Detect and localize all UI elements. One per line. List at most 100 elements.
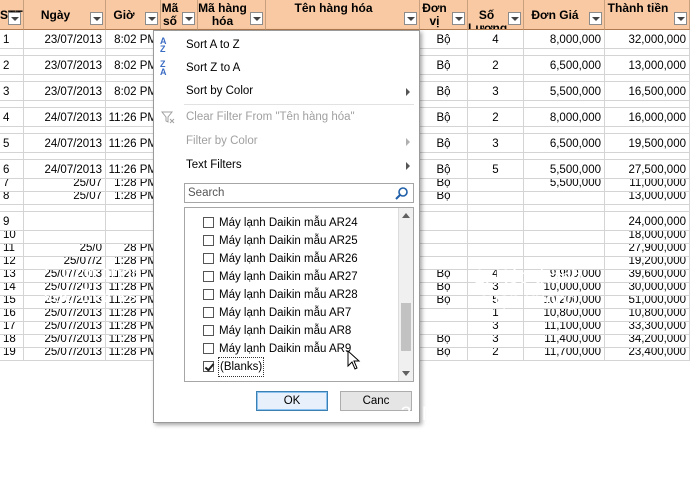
column-header[interactable]: Số Lượng <box>468 0 524 30</box>
table-cell-ngay[interactable]: 24/07/2013 <box>24 108 106 126</box>
checkbox[interactable] <box>203 325 214 336</box>
table-cell-tt[interactable] <box>605 127 690 133</box>
column-header[interactable]: Đơn Giá <box>524 0 605 30</box>
table-cell-tt[interactable]: 13,000,000 <box>605 192 690 204</box>
table-cell-dg[interactable]: 8,000,000 <box>524 108 605 126</box>
table-cell-tt[interactable] <box>605 205 690 211</box>
table-cell-sl[interactable] <box>468 192 524 204</box>
table-cell-sl[interactable] <box>468 231 524 243</box>
column-header[interactable]: Thành tiền <box>605 0 690 30</box>
filter-dropdown-button[interactable] <box>674 12 687 25</box>
filter-dropdown-button[interactable] <box>508 12 521 25</box>
scroll-up-icon[interactable] <box>402 213 410 218</box>
ok-button[interactable]: OK <box>256 391 328 411</box>
table-cell-ngay[interactable]: 25/07 <box>24 192 106 204</box>
table-cell-stt[interactable] <box>0 205 24 211</box>
table-cell-tt[interactable]: 27,500,000 <box>605 160 690 178</box>
table-cell-dg[interactable]: 5,500,000 <box>524 179 605 191</box>
table-cell-tt[interactable]: 24,000,000 <box>605 212 690 230</box>
table-cell-dvt[interactable] <box>420 231 468 243</box>
table-cell-sl[interactable]: 3 <box>468 82 524 100</box>
column-header[interactable]: Đơn vị tính <box>420 0 468 30</box>
table-cell-sl[interactable] <box>468 49 524 55</box>
table-cell-sl[interactable] <box>468 101 524 107</box>
table-cell-dvt[interactable] <box>420 212 468 230</box>
table-cell-stt[interactable] <box>0 153 24 159</box>
table-cell-stt[interactable]: 14 <box>0 283 24 295</box>
table-cell-tt[interactable]: 32,000,000 <box>605 30 690 48</box>
filter-dropdown-button[interactable] <box>182 12 195 25</box>
column-header[interactable]: Mã hàng hóa <box>198 0 266 30</box>
table-cell-dg[interactable]: 5,500,000 <box>524 82 605 100</box>
column-header[interactable]: Giờ <box>106 0 161 30</box>
table-cell-stt[interactable]: 3 <box>0 82 24 100</box>
text-filters-item[interactable]: Text Filters <box>154 154 419 176</box>
filter-dropdown-button[interactable] <box>250 12 263 25</box>
table-cell-stt[interactable]: 15 <box>0 296 24 308</box>
table-cell-stt[interactable]: 19 <box>0 348 24 360</box>
table-cell-stt[interactable]: 1 <box>0 30 24 48</box>
list-scrollbar[interactable] <box>398 208 413 381</box>
table-cell-sl[interactable] <box>468 153 524 159</box>
table-cell-ngay[interactable]: 25/07 <box>24 179 106 191</box>
table-cell-dvt[interactable] <box>420 205 468 211</box>
table-cell-ngay[interactable]: 23/07/2013 <box>24 56 106 74</box>
table-cell-stt[interactable] <box>0 101 24 107</box>
checkbox[interactable] <box>203 361 214 372</box>
table-cell-dg[interactable] <box>524 205 605 211</box>
table-cell-tt[interactable]: 19,500,000 <box>605 134 690 152</box>
table-cell-sl[interactable] <box>468 75 524 81</box>
scrollbar-thumb[interactable] <box>401 303 411 351</box>
filter-search-box[interactable] <box>184 183 414 203</box>
table-cell-ngay[interactable] <box>24 75 106 81</box>
filter-search-input[interactable] <box>185 184 396 202</box>
table-cell-ngay[interactable] <box>24 212 106 230</box>
table-cell-stt[interactable] <box>0 75 24 81</box>
table-cell-stt[interactable]: 13 <box>0 270 24 282</box>
table-cell-stt[interactable] <box>0 127 24 133</box>
table-cell-sl[interactable] <box>468 205 524 211</box>
table-cell-ngay[interactable]: 23/07/2013 <box>24 30 106 48</box>
table-cell-tt[interactable]: 16,500,000 <box>605 82 690 100</box>
column-header[interactable]: Mã số phi <box>161 0 198 30</box>
table-cell-dvt[interactable] <box>420 75 468 81</box>
checkbox[interactable] <box>203 271 214 282</box>
table-cell-tt[interactable]: 10,800,000 <box>605 309 690 321</box>
table-cell-tt[interactable] <box>605 101 690 107</box>
table-cell-stt[interactable]: 2 <box>0 56 24 74</box>
table-cell-tt[interactable]: 19,200,000 <box>605 257 690 269</box>
table-cell-stt[interactable]: 8 <box>0 192 24 204</box>
table-cell-dvt[interactable] <box>420 244 468 256</box>
table-cell-dg[interactable]: 6,500,000 <box>524 134 605 152</box>
table-cell-ngay[interactable] <box>24 49 106 55</box>
table-cell-tt[interactable]: 30,000,000 <box>605 283 690 295</box>
table-cell-stt[interactable]: 11 <box>0 244 24 256</box>
filter-dropdown-button[interactable] <box>452 12 465 25</box>
table-cell-sl[interactable]: 2 <box>468 108 524 126</box>
sort-z-to-a-item[interactable]: ZA Sort Z to A <box>154 57 419 79</box>
table-cell-sl[interactable]: 4 <box>468 30 524 48</box>
table-cell-dvt[interactable]: Bộ <box>420 30 468 48</box>
table-cell-dvt[interactable]: Bộ <box>420 56 468 74</box>
table-cell-dvt[interactable] <box>420 127 468 133</box>
filter-dropdown-button[interactable] <box>8 12 21 25</box>
table-cell-dvt[interactable]: Bộ <box>420 82 468 100</box>
table-cell-dvt[interactable] <box>420 49 468 55</box>
table-cell-dg[interactable] <box>524 212 605 230</box>
column-header[interactable]: Tên hàng hóa <box>266 0 420 30</box>
sort-by-color-item[interactable]: Sort by Color <box>154 80 419 102</box>
table-cell-ngay[interactable]: 24/07/2013 <box>24 160 106 178</box>
table-cell-stt[interactable]: 10 <box>0 231 24 243</box>
table-cell-dg[interactable] <box>524 127 605 133</box>
table-cell-ngay[interactable]: 23/07/2013 <box>24 82 106 100</box>
table-cell-stt[interactable]: 18 <box>0 335 24 347</box>
table-cell-stt[interactable]: 16 <box>0 309 24 321</box>
table-cell-dvt[interactable]: Bộ <box>420 348 468 360</box>
table-cell-ngay[interactable] <box>24 205 106 211</box>
table-cell-tt[interactable]: 13,000,000 <box>605 56 690 74</box>
checkbox[interactable] <box>203 235 214 246</box>
filter-value-list[interactable]: Máy lạnh Daikin mẫu AR24 Máy lạnh Daikin … <box>184 207 414 382</box>
table-cell-stt[interactable]: 5 <box>0 134 24 152</box>
checkbox[interactable] <box>203 289 214 300</box>
table-cell-sl[interactable]: 5 <box>468 160 524 178</box>
